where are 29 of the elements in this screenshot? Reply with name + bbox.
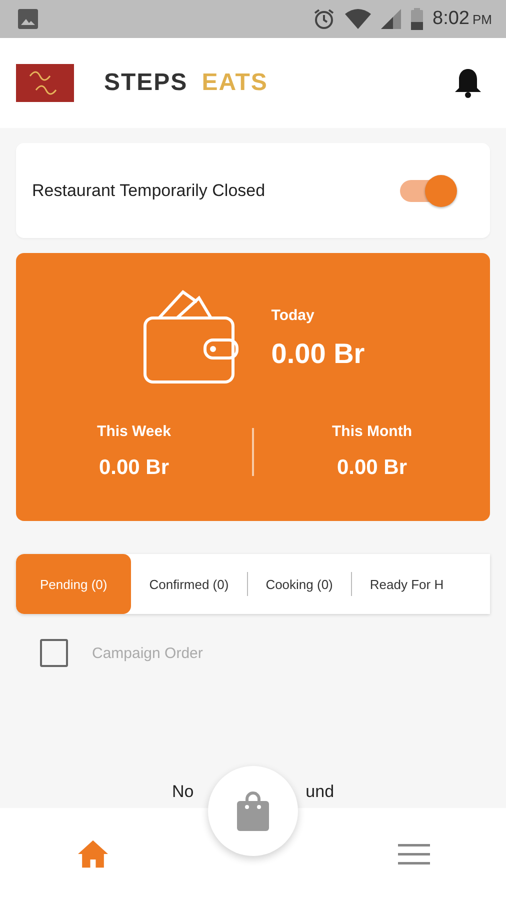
shopping-bag-icon: [237, 791, 269, 831]
order-tab[interactable]: Ready For H: [352, 554, 462, 614]
alarm-icon: [312, 8, 335, 30]
clock-time: 8:02: [432, 8, 470, 29]
order-tab[interactable]: Confirmed (0): [131, 554, 247, 614]
period-label: This Week: [97, 423, 171, 440]
clock-meridiem: PM: [472, 12, 492, 27]
empty-message: No: [172, 782, 194, 802]
earnings-amount: 0.00 Br: [271, 338, 365, 370]
brand-name: STEPS: [104, 69, 188, 97]
restaurant-logo: [16, 64, 74, 102]
period-label: Today: [271, 306, 316, 324]
bell-icon: [454, 67, 482, 99]
earnings-amount: 0.00 Br: [336, 456, 408, 480]
menu-icon: [398, 843, 430, 865]
battery-icon: [410, 8, 423, 30]
checkbox-label: Campaign Order: [92, 644, 203, 662]
toggle-label: Restaurant Temporarily Closed: [32, 180, 266, 200]
closed-switch[interactable]: [398, 174, 458, 208]
earnings-amount: 0.00 Br: [98, 456, 170, 480]
signal-icon: [380, 9, 401, 29]
wifi-icon: [344, 9, 371, 29]
order-tab[interactable]: Cooking (0): [248, 554, 351, 614]
campaign-checkbox[interactable]: [40, 639, 68, 667]
empty-message: und: [306, 782, 334, 802]
image-icon: [18, 9, 38, 29]
period-label: This Month: [332, 423, 412, 440]
brand-name: EATS: [202, 69, 268, 97]
home-icon: [76, 839, 110, 869]
